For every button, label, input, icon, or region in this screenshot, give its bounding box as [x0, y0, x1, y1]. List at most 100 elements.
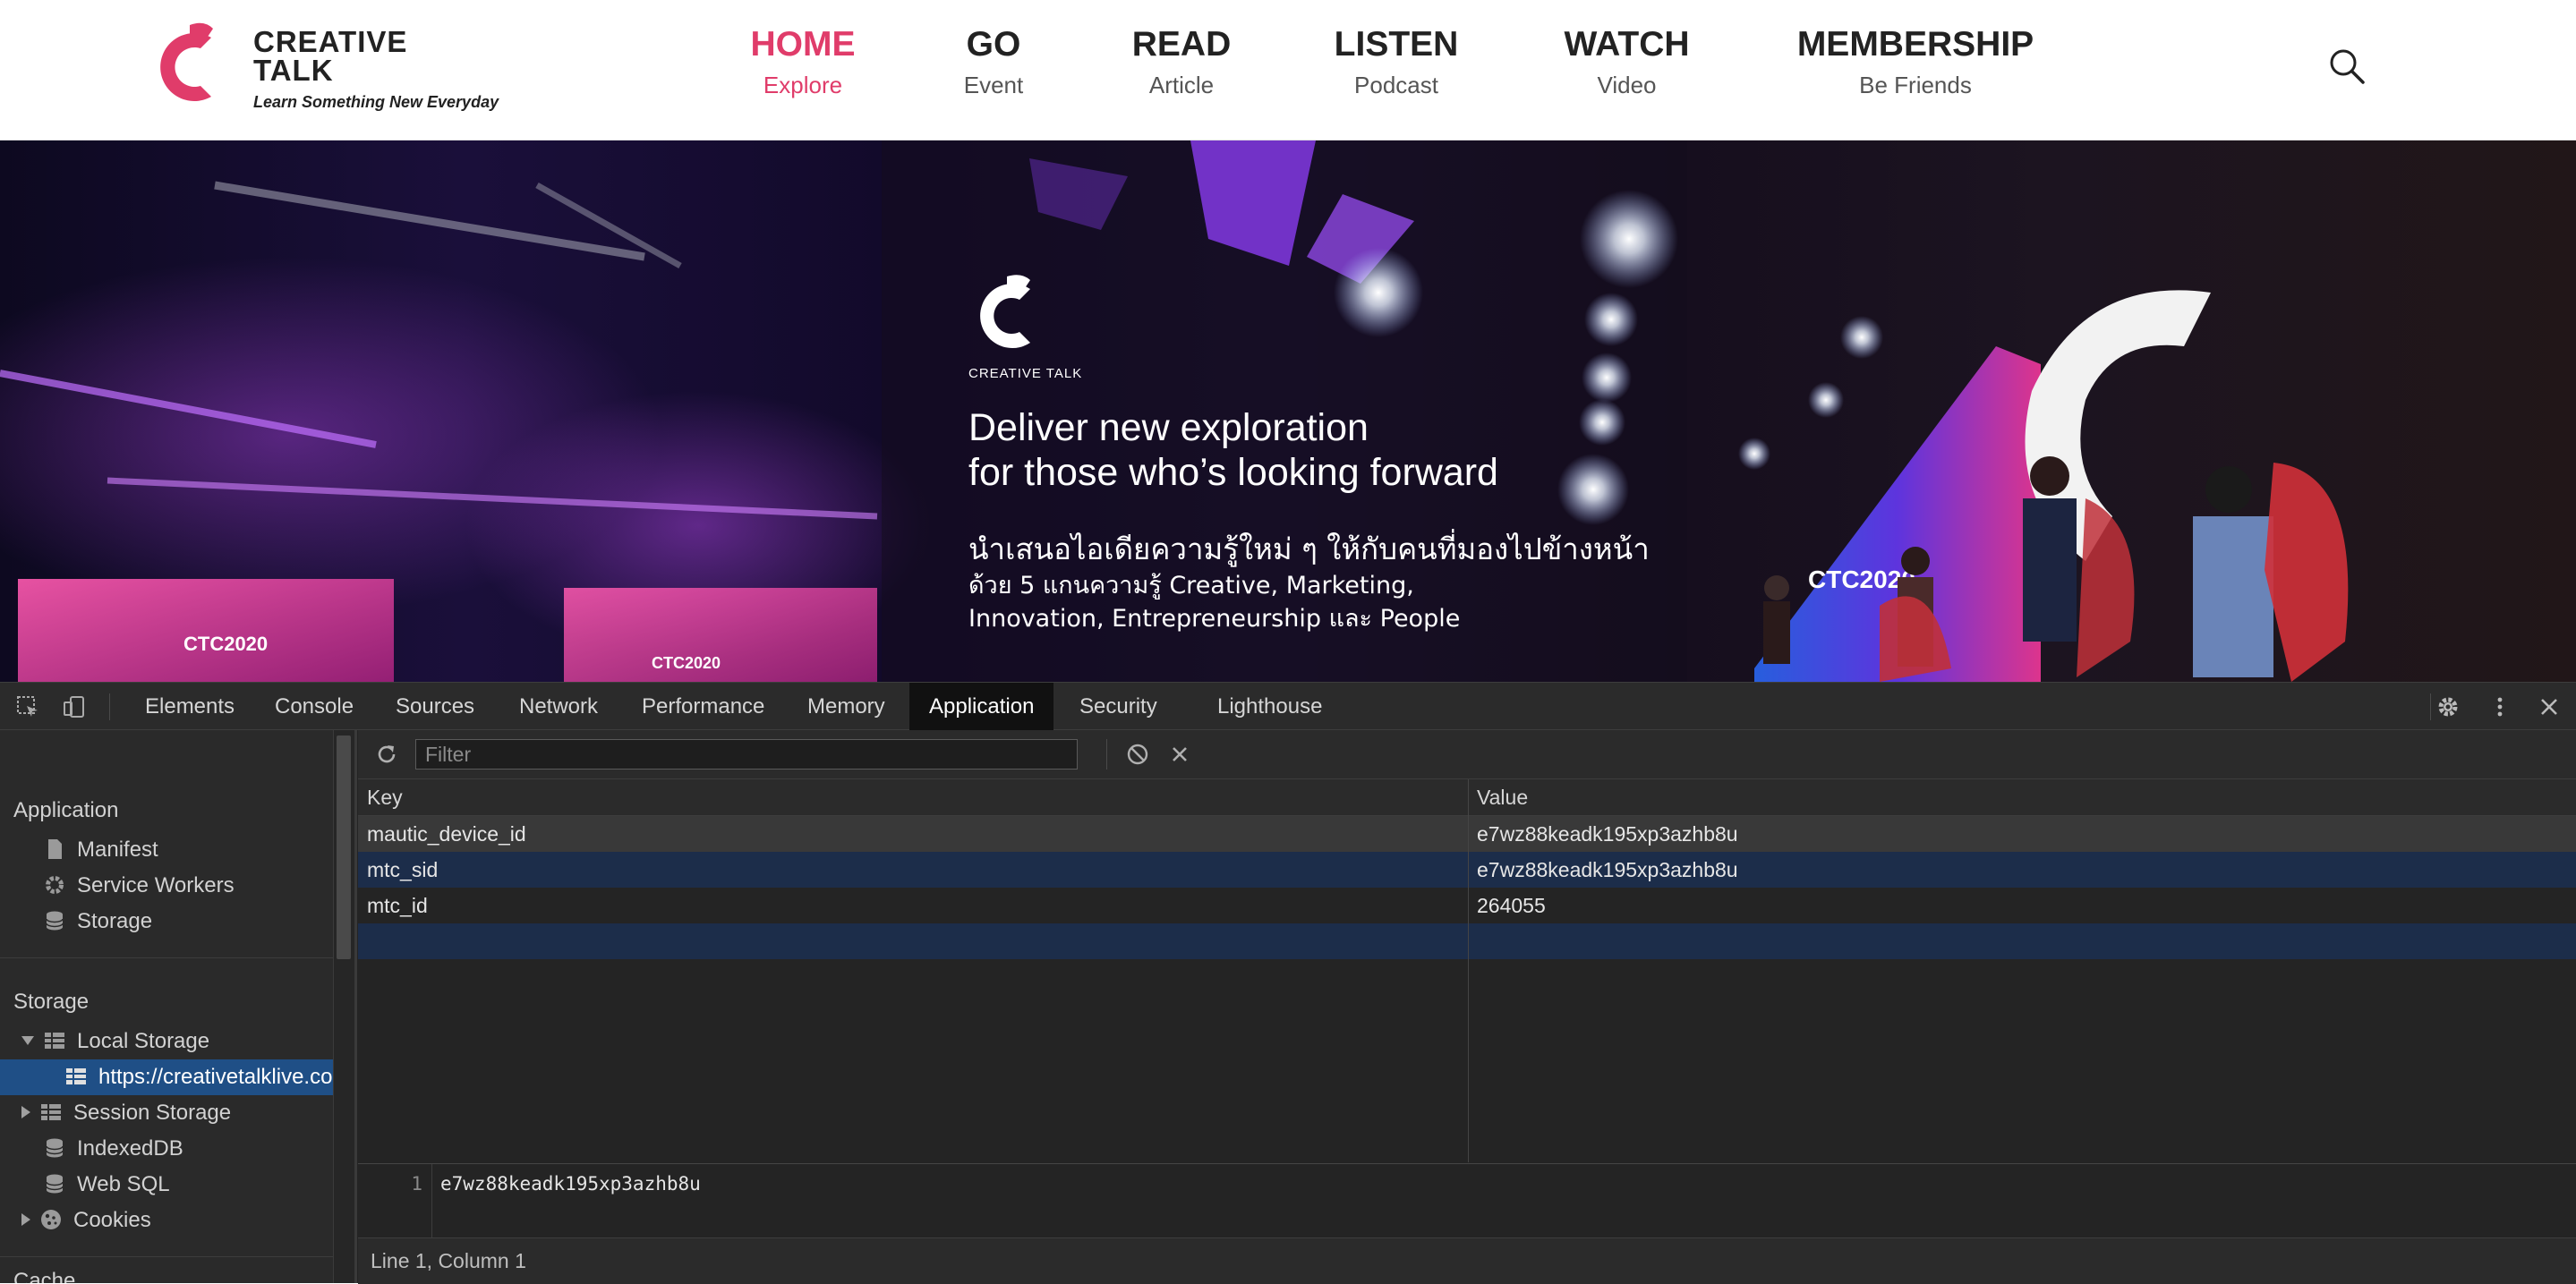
key-cell[interactable]: mautic_device_id [358, 816, 526, 852]
sidebar-divider [0, 1256, 333, 1257]
sidebar-item-manifest[interactable]: Manifest [43, 832, 158, 868]
tab-security[interactable]: Security [1060, 683, 1177, 730]
line-number-gutter: 1 [358, 1164, 432, 1237]
svg-text:CTC2020: CTC2020 [652, 654, 721, 672]
gear-icon [46, 875, 64, 894]
filter-toolbar: Filter [358, 730, 2576, 779]
site-logo[interactable]: CREATIVE TALK Learn Something New Everyd… [154, 20, 530, 118]
nav-go[interactable]: GO Event [949, 25, 1038, 99]
tab-elements[interactable]: Elements [125, 683, 254, 730]
expanded-arrow-icon[interactable] [21, 1035, 34, 1045]
inspect-element-icon[interactable] [16, 695, 39, 719]
search-icon[interactable] [2327, 47, 2367, 86]
tab-console[interactable]: Console [255, 683, 373, 730]
sidebar-section-storage: Storage [13, 990, 90, 1014]
table-grid-icon [41, 1103, 61, 1120]
clear-all-icon[interactable] [1126, 743, 1149, 766]
tab-sources[interactable]: Sources [376, 683, 494, 730]
column-resizer[interactable] [1468, 779, 1469, 1162]
nav-listen[interactable]: LISTEN Podcast [1329, 25, 1463, 99]
sidebar-item-label: https://creativetalklive.com [98, 1065, 333, 1089]
table-row[interactable]: mtc_sid e7wz88keadk195xp3azhb8u [358, 852, 2576, 888]
value-cell[interactable]: e7wz88keadk195xp3azhb8u [1468, 816, 1738, 852]
creative-talk-logo-mark [160, 22, 213, 101]
devtools-panel: Elements Console Sources Network Perform… [0, 682, 2576, 1284]
local-storage-view: Filter Key Value mautic_device_id e7wz88… [358, 730, 2576, 1284]
tab-application[interactable]: Application [909, 683, 1054, 730]
database-icon [46, 1174, 64, 1194]
logo-tagline: Learn Something New Everyday [253, 93, 499, 111]
sidebar-item-local-storage[interactable]: Local Storage [21, 1024, 209, 1059]
nav-read[interactable]: READ Article [1123, 25, 1240, 99]
column-header-value[interactable]: Value [1468, 779, 1528, 815]
status-bar: Line 1, Column 1 [358, 1237, 2576, 1284]
hero-headline-line2: for those who’s looking forward [968, 451, 1498, 494]
sidebar-item-indexeddb[interactable]: IndexedDB [43, 1131, 183, 1167]
panel-splitter[interactable] [354, 730, 357, 1283]
delete-selected-icon[interactable] [1169, 744, 1190, 765]
sidebar-divider [0, 957, 333, 958]
value-cell[interactable]: e7wz88keadk195xp3azhb8u [1468, 852, 1738, 888]
sidebar-item-label: Web SQL [77, 1172, 170, 1196]
hero-thai-line3: Innovation, Entrepreneurship และ People [968, 605, 1461, 633]
tab-memory[interactable]: Memory [788, 683, 905, 730]
logo-text-line1: CREATIVE [253, 25, 408, 58]
settings-gear-icon[interactable] [2436, 695, 2460, 719]
close-devtools-icon[interactable] [2538, 695, 2561, 719]
toolbar-separator [1106, 739, 1107, 770]
database-icon [46, 1138, 64, 1158]
nav-membership-sub: Be Friends [1859, 72, 1972, 98]
tab-performance[interactable]: Performance [622, 683, 784, 730]
nav-home[interactable]: HOME Explore [745, 25, 861, 99]
cookie-icon [41, 1209, 61, 1229]
nav-membership[interactable]: MEMBERSHIP Be Friends [1795, 25, 2036, 99]
nav-home-sub: Explore [763, 72, 843, 98]
tab-lighthouse[interactable]: Lighthouse [1198, 683, 1342, 730]
site-header: CREATIVE TALK Learn Something New Everyd… [0, 0, 2576, 140]
nav-go-title: GO [966, 25, 1021, 64]
table-header: Key Value [358, 779, 2576, 816]
database-icon [46, 911, 64, 931]
collapsed-arrow-icon[interactable] [21, 1212, 30, 1226]
sidebar-item-storage[interactable]: Storage [43, 904, 152, 940]
toolbar-separator [109, 693, 110, 720]
nav-go-sub: Event [963, 72, 1024, 98]
sidebar-item-web-sql[interactable]: Web SQL [43, 1167, 170, 1203]
key-cell[interactable]: mtc_id [358, 888, 428, 923]
column-header-key[interactable]: Key [358, 779, 403, 815]
sidebar-item-session-storage[interactable]: Session Storage [21, 1095, 231, 1131]
svg-text:CTC2020: CTC2020 [183, 633, 268, 655]
value-cell[interactable]: 264055 [1468, 888, 1546, 923]
logo-text-line2: TALK [253, 54, 334, 87]
sidebar-item-label: Storage [77, 909, 153, 933]
sidebar-item-service-workers[interactable]: Service Workers [43, 868, 235, 904]
hero-banner: CTC2020 CTC2020 CTC2020 CREATIVE TALK De… [0, 140, 2576, 682]
refresh-icon[interactable] [374, 742, 399, 767]
devtools-toolbar: Elements Console Sources Network Perform… [0, 682, 2576, 730]
sidebar-section-application: Application [13, 798, 119, 822]
toolbar-separator [2430, 693, 2431, 720]
table-row[interactable]: mautic_device_id e7wz88keadk195xp3azhb8u [358, 816, 2576, 852]
sidebar-scrollbar-thumb[interactable] [337, 736, 351, 959]
more-options-kebab-icon[interactable] [2488, 695, 2512, 719]
sidebar-scrollbar[interactable] [333, 730, 355, 1283]
sidebar-item-label: Local Storage [77, 1029, 210, 1053]
nav-watch-title: WATCH [1564, 25, 1690, 64]
sidebar-item-label: IndexedDB [77, 1136, 183, 1161]
device-toolbar-icon[interactable] [63, 695, 86, 719]
table-row[interactable]: mtc_id 264055 [358, 888, 2576, 923]
sidebar-item-local-storage-origin[interactable]: https://creativetalklive.com [0, 1059, 333, 1095]
nav-listen-sub: Podcast [1354, 72, 1438, 98]
sidebar-item-label: Service Workers [77, 873, 235, 897]
empty-new-row[interactable] [358, 923, 2576, 959]
nav-watch-sub: Video [1597, 72, 1657, 98]
sidebar-item-cookies[interactable]: Cookies [21, 1203, 151, 1238]
nav-watch[interactable]: WATCH Video [1557, 25, 1696, 99]
sidebar-section-cache: Cache [13, 1269, 76, 1283]
nav-read-title: READ [1131, 25, 1232, 64]
collapsed-arrow-icon[interactable] [21, 1105, 30, 1118]
tab-network[interactable]: Network [499, 683, 618, 730]
preview-value-text[interactable]: e7wz88keadk195xp3azhb8u [440, 1173, 701, 1195]
filter-input[interactable]: Filter [415, 739, 1078, 770]
key-cell[interactable]: mtc_sid [358, 852, 438, 888]
